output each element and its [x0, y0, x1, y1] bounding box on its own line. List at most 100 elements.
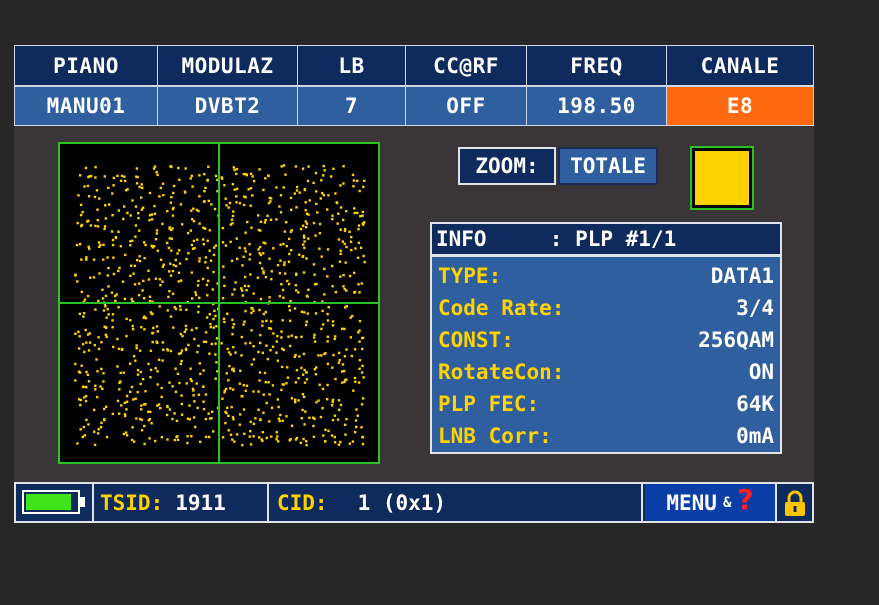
symbol-point [196, 284, 200, 287]
symbol-point [362, 223, 365, 226]
symbol-point [184, 347, 188, 350]
symbol-point [158, 278, 162, 281]
symbol-point [214, 314, 217, 318]
symbol-point [154, 439, 157, 443]
symbol-point [207, 165, 210, 168]
symbol-point [280, 165, 283, 168]
symbol-point [326, 248, 330, 251]
symbol-point [332, 353, 335, 357]
symbol-point [295, 189, 299, 192]
symbol-point [208, 417, 212, 420]
battery-icon [22, 490, 80, 514]
symbol-point [246, 220, 249, 224]
symbol-point [279, 259, 282, 262]
symbol-point [134, 235, 137, 238]
symbol-point [190, 328, 193, 332]
zoom-select[interactable]: TOTALE [558, 147, 658, 185]
symbol-point [324, 428, 327, 431]
symbol-point [331, 400, 334, 404]
symbol-point [161, 265, 165, 268]
symbol-point [196, 238, 199, 241]
symbol-point [278, 419, 281, 423]
symbol-point [220, 342, 223, 345]
symbol-point [184, 167, 187, 170]
symbol-point [86, 220, 89, 223]
lb-value[interactable]: 7 [297, 86, 406, 126]
symbol-point [252, 435, 255, 438]
color-swatch[interactable] [690, 146, 754, 210]
symbol-point [214, 377, 217, 380]
info-key: PLP FEC: [438, 392, 540, 416]
symbol-point [83, 396, 86, 399]
symbol-point [249, 273, 252, 276]
symbol-point [279, 413, 282, 417]
piano-value[interactable]: MANU01 [14, 86, 158, 126]
symbol-point [82, 315, 85, 318]
symbol-point [353, 271, 356, 275]
symbol-point [112, 184, 115, 187]
battery-level [26, 494, 71, 510]
symbol-point [107, 186, 110, 189]
frequency-value[interactable]: 198.50 [526, 86, 667, 126]
symbol-point [185, 382, 188, 385]
symbol-point [204, 186, 207, 190]
symbol-point [105, 335, 108, 338]
cid-field: CID: 1 (0x1) [271, 484, 643, 521]
channel-value[interactable]: E8 [666, 86, 814, 126]
symbol-point [249, 443, 253, 446]
symbol-point [223, 184, 226, 187]
symbol-point [130, 264, 133, 267]
symbol-point [303, 368, 306, 372]
symbol-point [257, 248, 260, 251]
symbol-point [202, 226, 205, 229]
symbol-point [203, 173, 206, 176]
modulation-value[interactable]: DVBT2 [157, 86, 298, 126]
column-header-piano: PIANO [14, 45, 158, 86]
info-row-const: CONST: 256QAM [432, 324, 780, 356]
symbol-point [305, 443, 308, 447]
symbol-point [244, 389, 247, 392]
symbol-point [265, 319, 268, 323]
symbol-point [277, 417, 281, 420]
symbol-point [233, 188, 236, 191]
symbol-point [111, 214, 114, 217]
symbol-point [183, 330, 186, 334]
ccrf-value[interactable]: OFF [405, 86, 527, 126]
menu-button[interactable]: MENU & ? [645, 483, 777, 521]
symbol-point [345, 417, 348, 421]
symbol-point [288, 305, 291, 308]
symbol-point [241, 264, 244, 267]
symbol-point [240, 335, 243, 339]
symbol-point [264, 275, 268, 279]
info-title: INFO : PLP #1/1 [432, 224, 780, 257]
symbol-point [180, 402, 183, 406]
lock-icon[interactable] [777, 484, 812, 521]
symbol-point [171, 385, 174, 388]
symbol-point [180, 413, 184, 416]
symbol-point [140, 208, 144, 211]
symbol-point [122, 432, 125, 436]
symbol-point [282, 242, 285, 246]
symbol-point [125, 434, 129, 437]
battery-indicator [16, 484, 94, 521]
symbol-point [349, 316, 352, 319]
symbol-point [326, 312, 329, 316]
symbol-point [331, 285, 334, 288]
symbol-point [150, 213, 154, 216]
symbol-point [306, 312, 309, 315]
symbol-point [81, 385, 85, 389]
symbol-point [339, 184, 342, 187]
symbol-point [313, 283, 317, 286]
symbol-point [161, 222, 164, 226]
symbol-point [170, 195, 173, 199]
symbol-point [121, 280, 125, 283]
symbol-point [197, 310, 200, 314]
symbol-point [259, 341, 262, 345]
symbol-point [202, 200, 206, 203]
symbol-point [295, 436, 299, 440]
symbol-point [83, 185, 86, 188]
symbol-point [198, 296, 201, 299]
symbol-point [294, 336, 298, 339]
symbol-point [275, 186, 278, 189]
symbol-point [101, 288, 104, 291]
